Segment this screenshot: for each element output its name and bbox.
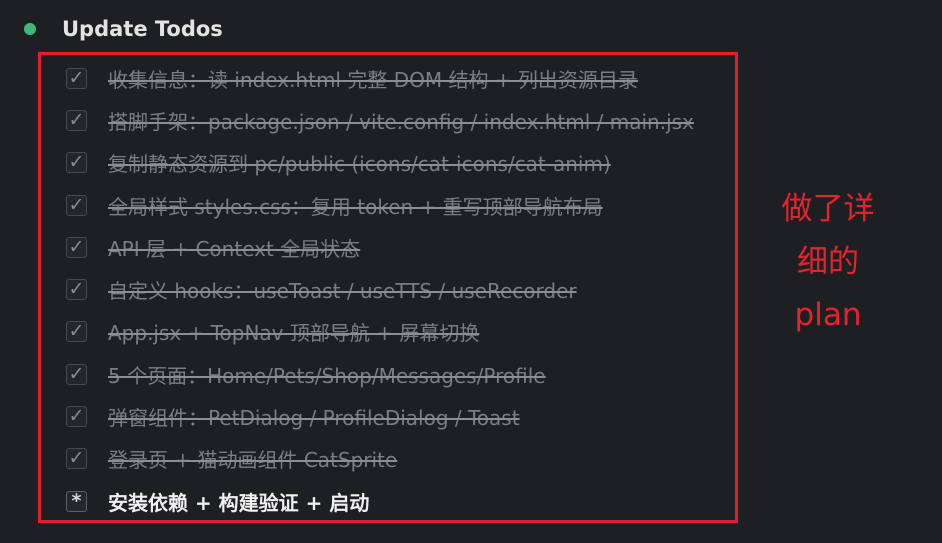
check-icon: ✓ (68, 320, 85, 343)
todo-checkbox[interactable]: ✓ (66, 447, 87, 470)
check-icon: ✓ (68, 405, 85, 428)
todo-item: ✓ 复制静态资源到 pc/public (icons/cat-icons/cat… (66, 142, 736, 184)
todo-item: ✓ API 层 + Context 全局状态 (66, 226, 736, 268)
todo-label: 安装依赖 + 构建验证 + 启动 (108, 490, 370, 515)
todo-label: 自定义 hooks：useToast / useTTS / useRecorde… (108, 279, 577, 304)
todo-item: ✓ 登录页 + 猫动画组件 CatSprite (66, 438, 736, 480)
check-icon: ✓ (68, 235, 85, 258)
todo-label: 搭脚手架：package.json / vite.config / index.… (108, 109, 694, 134)
todo-checkbox[interactable]: ✓ (66, 66, 87, 89)
todo-checkbox[interactable]: ✓ (66, 193, 87, 216)
todo-item: ✓ 5 个页面：Home/Pets/Shop/Messages/Profile (66, 353, 736, 395)
todo-item: ✓ 全局样式 styles.css：复用 token + 重写顶部导航布局 (66, 184, 736, 226)
todo-checkbox[interactable]: ✓ (66, 151, 87, 174)
todo-label: 弹窗组件：PetDialog / ProfileDialog / Toast (108, 406, 520, 431)
status-dot-icon (24, 23, 36, 35)
annotation-line: 细的 (797, 244, 859, 280)
handwritten-annotation: 做了详 细的 plan (768, 183, 888, 342)
todo-item-in-progress: * 安装依赖 + 构建验证 + 启动 (66, 480, 736, 522)
todo-label: 复制静态资源到 pc/public (icons/cat-icons/cat-a… (108, 152, 611, 177)
todo-checkbox[interactable]: ✓ (66, 278, 87, 301)
todo-list: ✓ 收集信息：读 index.html 完整 DOM 结构 + 列出资源目录 ✓… (66, 57, 736, 522)
todo-checkbox[interactable]: ✓ (66, 108, 87, 131)
header-title: Update Todos (62, 17, 223, 41)
todo-checkbox[interactable]: ✓ (66, 362, 87, 385)
todo-label: 5 个页面：Home/Pets/Shop/Messages/Profile (108, 363, 546, 388)
todo-label: 全局样式 styles.css：复用 token + 重写顶部导航布局 (108, 194, 603, 219)
todo-item: ✓ App.jsx + TopNav 顶部导航 + 屏幕切换 (66, 311, 736, 353)
todo-label: App.jsx + TopNav 顶部导航 + 屏幕切换 (108, 321, 480, 346)
todo-checkbox[interactable]: * (66, 489, 87, 512)
todo-checkbox[interactable]: ✓ (66, 235, 87, 258)
asterisk-icon: * (71, 489, 82, 512)
todo-checkbox[interactable]: ✓ (66, 405, 87, 428)
todo-header: Update Todos (24, 14, 223, 44)
todo-label: 登录页 + 猫动画组件 CatSprite (108, 448, 398, 473)
check-icon: ✓ (68, 278, 85, 301)
todo-label: API 层 + Context 全局状态 (108, 236, 361, 261)
annotation-line: plan (794, 297, 862, 333)
todo-item: ✓ 搭脚手架：package.json / vite.config / inde… (66, 99, 736, 141)
todo-item: ✓ 收集信息：读 index.html 完整 DOM 结构 + 列出资源目录 (66, 57, 736, 99)
todo-checkbox[interactable]: ✓ (66, 320, 87, 343)
annotation-line: 做了详 (781, 191, 875, 227)
todo-item: ✓ 自定义 hooks：useToast / useTTS / useRecor… (66, 268, 736, 310)
todo-item: ✓ 弹窗组件：PetDialog / ProfileDialog / Toast (66, 395, 736, 437)
check-icon: ✓ (68, 151, 85, 174)
todo-label: 收集信息：读 index.html 完整 DOM 结构 + 列出资源目录 (108, 67, 638, 92)
check-icon: ✓ (68, 66, 85, 89)
check-icon: ✓ (68, 447, 85, 470)
check-icon: ✓ (68, 362, 85, 385)
check-icon: ✓ (68, 193, 85, 216)
check-icon: ✓ (68, 108, 85, 131)
